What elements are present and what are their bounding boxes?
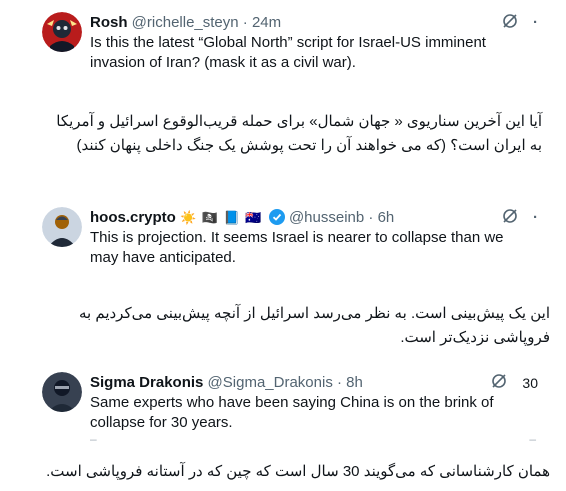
more-options-icon[interactable]: ·: [533, 15, 538, 30]
tweet-text: This is projection. It seems Israel is n…: [90, 229, 504, 266]
grok-icon[interactable]: [490, 372, 508, 395]
view-count[interactable]: 30: [522, 376, 538, 390]
like-icon[interactable]: ▁: [308, 269, 317, 277]
tweet-metrics-row: ▁ ▁ ▁ ▁ ▁: [90, 269, 536, 277]
display-name[interactable]: Rosh: [90, 14, 128, 31]
more-options-icon[interactable]: ·: [533, 210, 538, 225]
avatar[interactable]: [42, 372, 82, 412]
tweet-text: Is this the latest “Global North” script…: [90, 34, 486, 71]
views-icon[interactable]: –: [529, 432, 536, 442]
persian-translation: آیا این آخرین سناریوی « جهان شمال» برای …: [56, 113, 542, 154]
tweet-actions: 30: [490, 372, 538, 394]
tweet-header: Sigma Drakonis @Sigma_Drakonis · 8h: [90, 372, 532, 394]
views-icon[interactable]: ▁: [418, 269, 427, 277]
tweet-metrics-row: – –: [90, 432, 536, 442]
tweet-actions: ·: [501, 12, 538, 34]
retweet-icon[interactable]: ▁: [199, 269, 208, 277]
tweet-actions: ·: [501, 207, 538, 229]
timestamp[interactable]: 8h: [346, 374, 363, 391]
avatar[interactable]: [42, 207, 82, 247]
timestamp[interactable]: 6h: [378, 209, 395, 226]
grok-icon[interactable]: [501, 12, 519, 35]
separator-dot: ·: [242, 14, 248, 31]
user-handle[interactable]: @husseinb: [289, 209, 364, 226]
separator-dot: ·: [368, 209, 374, 226]
persian-translation: این یک پیش‌بینی است. به نظر می‌رسد اسرائ…: [78, 305, 550, 346]
display-name[interactable]: hoos.crypto: [90, 209, 176, 226]
grok-icon[interactable]: [501, 207, 519, 230]
tweet-card-sigma-drakonis[interactable]: Sigma Drakonis @Sigma_Drakonis · 8h 30 S…: [30, 360, 550, 442]
tweet-card-hoos-crypto[interactable]: hoos.crypto ☀️ 🏴‍☠️ 📘 🇦🇺 @husseinb · 6h …: [30, 195, 550, 277]
bookmark-icon[interactable]: ▁: [527, 269, 536, 277]
reply-icon[interactable]: ▁: [90, 269, 99, 277]
display-name[interactable]: Sigma Drakonis: [90, 374, 203, 391]
tweet-header: Rosh @richelle_steyn · 24m: [90, 12, 532, 34]
persian-translation: همان کارشناسانی که می‌گویند 30 سال است ک…: [46, 463, 550, 480]
user-handle[interactable]: @Sigma_Drakonis: [208, 374, 333, 391]
tweet-header: hoos.crypto ☀️ 🏴‍☠️ 📘 🇦🇺 @husseinb · 6h: [90, 207, 532, 229]
timestamp[interactable]: 24m: [252, 14, 281, 31]
reply-icon[interactable]: –: [90, 432, 97, 442]
avatar[interactable]: [42, 12, 82, 52]
separator-dot: ·: [337, 374, 342, 391]
tweet-card-rosh[interactable]: Rosh @richelle_steyn · 24m · Is this the…: [30, 0, 550, 195]
user-handle[interactable]: @richelle_steyn: [132, 14, 239, 31]
tweet-text: Same experts who have been saying China …: [90, 394, 494, 431]
name-emojis: ☀️ 🏴‍☠️ 📘 🇦🇺: [180, 210, 263, 225]
